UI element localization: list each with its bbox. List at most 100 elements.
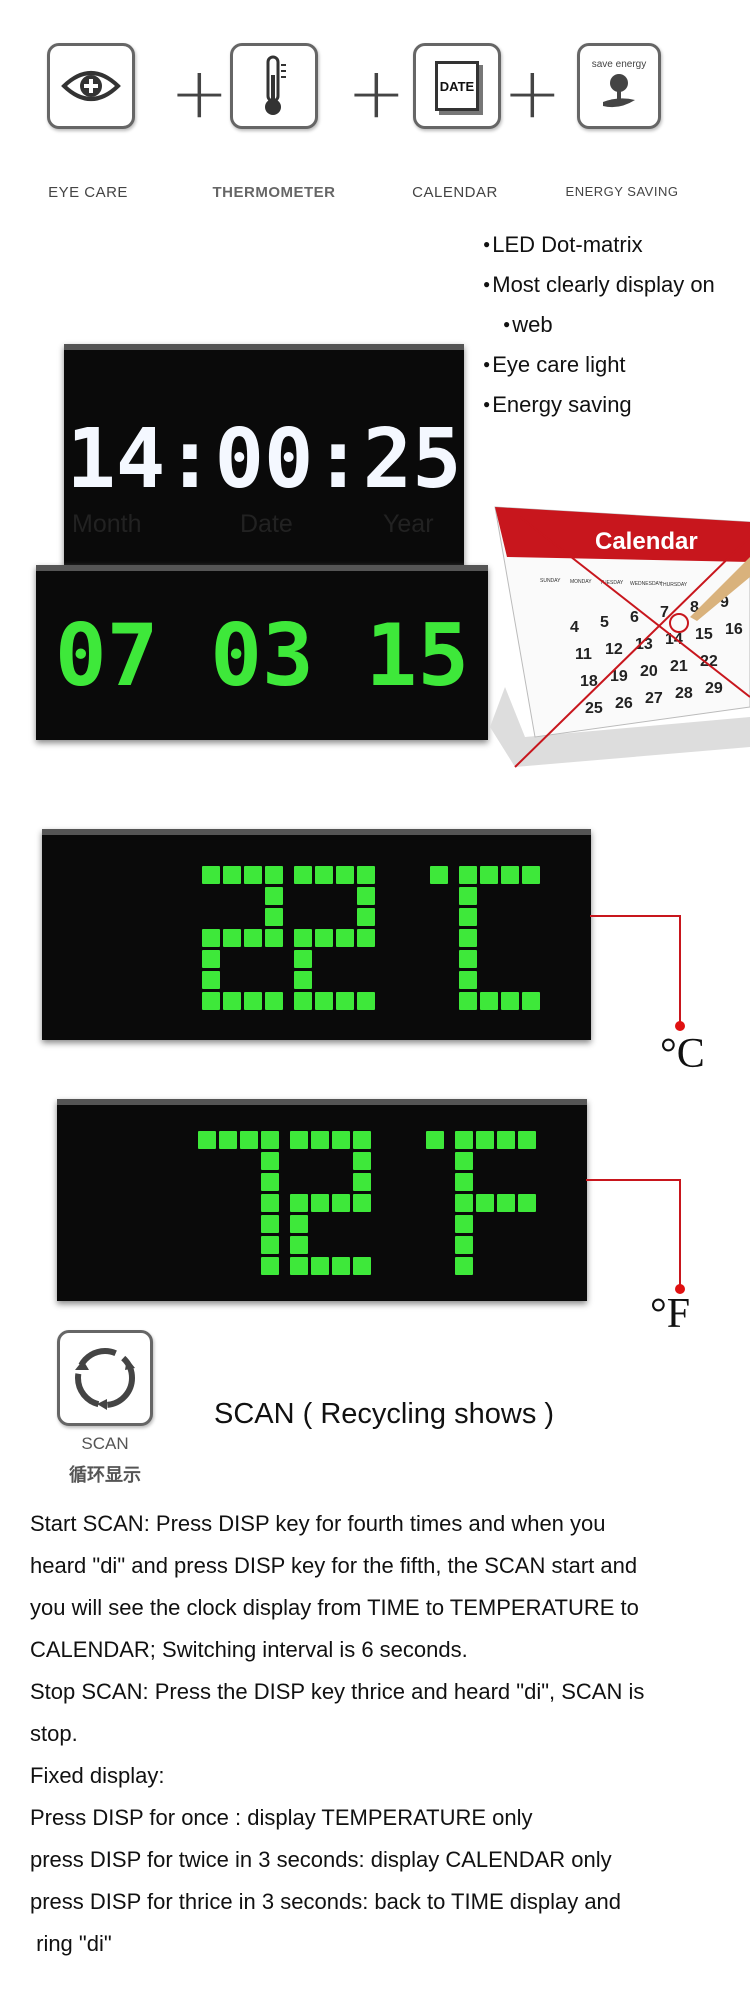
date-label: Date	[240, 510, 293, 538]
led-dot	[260, 1194, 279, 1212]
feature-bullet: Most clearly display on	[483, 272, 715, 298]
led-dot	[239, 1131, 258, 1149]
led-dot	[264, 928, 283, 947]
led-digit	[426, 1131, 445, 1275]
led-digit	[385, 866, 403, 1010]
led-dot	[294, 887, 312, 905]
led-dot	[455, 1215, 474, 1233]
led-dot	[331, 1257, 350, 1275]
led-dot	[198, 1257, 216, 1275]
led-dot	[480, 991, 499, 1010]
weekday-label: WEDNESDAY	[630, 581, 663, 587]
led-dot	[335, 865, 354, 884]
feature-label-eye-care: EYE CARE	[48, 184, 128, 201]
scan-cycle-icon	[57, 1330, 153, 1426]
feature-bullet: Eye care light	[483, 352, 625, 378]
led-dot	[202, 887, 220, 905]
led-dot	[331, 1194, 350, 1212]
led-dot	[201, 928, 220, 947]
eye-care-icon	[47, 43, 135, 129]
month-label: Month	[72, 510, 142, 538]
led-dot	[459, 991, 478, 1010]
led-dot	[455, 1236, 474, 1254]
led-dot	[289, 1236, 308, 1254]
calendar-day: 20	[640, 663, 658, 680]
calendar-date-icon: DATE	[413, 43, 501, 129]
led-dot	[260, 1257, 279, 1275]
led-dot	[244, 908, 262, 926]
led-dot	[381, 1236, 399, 1254]
led-dot	[332, 1215, 350, 1233]
led-dot	[244, 950, 262, 968]
led-dot	[311, 1215, 329, 1233]
led-dot	[518, 1131, 537, 1149]
led-dot	[497, 1215, 515, 1233]
date-led-display: 07 03 15	[36, 565, 488, 740]
led-dot	[426, 1194, 444, 1212]
led-dot	[426, 1257, 444, 1275]
led-dot	[223, 950, 241, 968]
led-dot	[336, 971, 354, 989]
led-dot	[244, 971, 262, 989]
led-dot	[352, 1194, 371, 1212]
led-dot	[430, 865, 449, 884]
led-dot	[480, 865, 499, 884]
led-dot	[459, 970, 478, 989]
led-dot	[293, 970, 312, 989]
celsius-pointer-line	[590, 915, 685, 1031]
led-dot	[357, 950, 375, 968]
date-icon-text: DATE	[435, 61, 479, 111]
led-dot	[381, 1215, 399, 1233]
led-dot	[501, 971, 519, 989]
led-dot	[459, 886, 478, 905]
led-dot	[240, 1236, 258, 1254]
led-dot	[264, 991, 283, 1010]
year-label: Year	[383, 510, 434, 538]
fahrenheit-pointer-line	[586, 1179, 685, 1294]
led-dot	[336, 950, 354, 968]
led-dot	[243, 865, 262, 884]
weekday-label: MONDAY	[570, 579, 592, 585]
calendar-day: 27	[645, 690, 663, 707]
led-dot	[219, 1257, 237, 1275]
led-dot	[197, 1131, 216, 1149]
calendar-day: 6	[630, 609, 639, 626]
led-dot	[289, 1257, 308, 1275]
led-dot	[497, 1152, 515, 1170]
led-dot	[336, 887, 354, 905]
led-dot	[522, 908, 540, 926]
led-dot	[385, 887, 403, 905]
led-dot	[357, 971, 375, 989]
led-dot	[311, 1152, 329, 1170]
led-dot	[480, 971, 498, 989]
led-dot	[381, 1257, 399, 1275]
led-dot	[310, 1131, 329, 1149]
led-dot	[430, 929, 448, 947]
led-dot	[290, 1152, 308, 1170]
led-dot	[430, 971, 448, 989]
led-dot	[219, 1215, 237, 1233]
led-dot	[356, 991, 375, 1010]
led-dot	[219, 1152, 237, 1170]
led-dot	[426, 1131, 445, 1149]
led-dot	[223, 887, 241, 905]
led-dot	[353, 1236, 371, 1254]
instruction-line: Fixed display:	[30, 1763, 165, 1788]
led-dot	[385, 971, 403, 989]
led-dot	[356, 886, 375, 905]
led-dot	[518, 1257, 536, 1275]
led-dot	[260, 1173, 279, 1191]
led-dot	[381, 1131, 399, 1149]
led-dot	[455, 1131, 474, 1149]
calendar-illustration: Calendar SUNDAY MONDAY TUESDAY WEDNESDAYTHU…	[490, 506, 750, 768]
led-dot	[353, 1215, 371, 1233]
instruction-line: press DISP for twice in 3 seconds: displ…	[30, 1847, 612, 1872]
feature-bullet: Energy saving	[483, 392, 631, 418]
instruction-line: press DISP for thrice in 3 seconds: back…	[30, 1889, 622, 1914]
led-dot	[315, 950, 333, 968]
led-dot	[430, 887, 448, 905]
led-dot	[331, 1131, 350, 1149]
celsius-unit: °C	[660, 1031, 705, 1077]
led-dot	[352, 1257, 371, 1275]
led-dot	[289, 1194, 308, 1212]
